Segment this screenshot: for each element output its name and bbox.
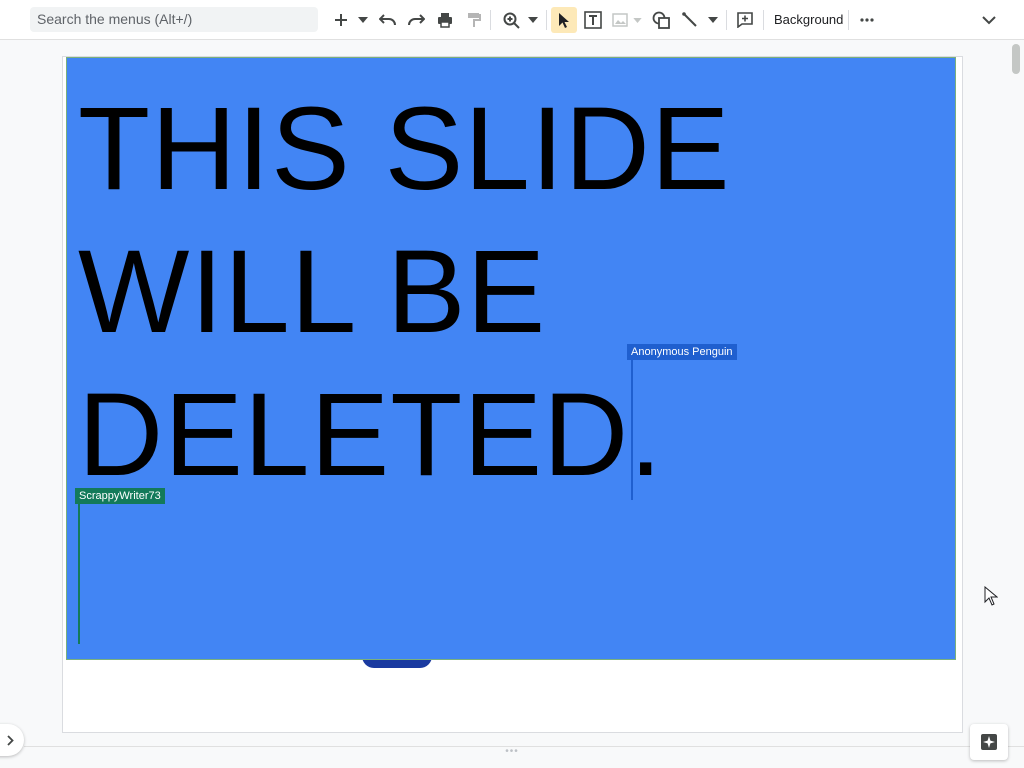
explore-sparkle-icon	[981, 734, 997, 750]
zoom-icon	[503, 12, 520, 29]
text-box-icon	[584, 11, 602, 29]
text-box-button[interactable]	[581, 7, 605, 33]
collaborator-name-tag: Anonymous Penguin	[627, 344, 737, 360]
caret-down-icon	[528, 17, 538, 23]
paint-format-button[interactable]	[463, 7, 485, 33]
collaborator-cursor	[78, 502, 80, 644]
chevron-right-icon	[6, 734, 14, 746]
insert-image-dropdown[interactable]	[631, 7, 643, 33]
collaborator-name-tag: ScrappyWriter73	[75, 488, 165, 504]
slide-text-line: THIS SLIDE	[78, 83, 731, 215]
toolbar-separator	[848, 10, 849, 30]
caret-down-icon	[708, 17, 718, 23]
paint-roller-icon	[468, 13, 481, 27]
filmstrip-divider	[24, 746, 1024, 747]
add-comment-icon	[737, 12, 753, 28]
new-slide-dropdown[interactable]	[354, 7, 372, 33]
arrow-cursor-icon	[559, 13, 569, 28]
redo-icon	[408, 14, 425, 26]
collaborator-cursor	[631, 358, 633, 500]
redo-button[interactable]	[405, 7, 427, 33]
caret-down-icon	[358, 17, 368, 23]
search-menus-input[interactable]: Search the menus (Alt+/)	[30, 7, 318, 32]
slide-text-line: WILL BE	[78, 226, 547, 358]
plus-icon	[335, 14, 347, 26]
toolbar-separator	[726, 10, 727, 30]
resize-handle[interactable]: •••	[500, 747, 524, 757]
chevron-down-icon	[982, 15, 996, 24]
select-tool-button[interactable]	[551, 7, 577, 33]
new-slide-button[interactable]	[330, 7, 352, 33]
zoom-dropdown[interactable]	[525, 7, 541, 33]
line-dropdown[interactable]	[705, 7, 721, 33]
print-icon	[438, 13, 452, 28]
caret-down-icon	[632, 17, 642, 23]
more-options-button[interactable]	[856, 7, 878, 33]
mouse-pointer-icon	[984, 586, 998, 606]
background-button[interactable]: Background	[774, 7, 843, 33]
zoom-button[interactable]	[500, 7, 522, 33]
toolbar-separator	[763, 10, 764, 30]
toolbar: Search the menus (Alt+/) Background	[0, 0, 1024, 40]
toolbar-separator	[490, 10, 491, 30]
line-button[interactable]	[679, 7, 701, 33]
toolbar-separator	[546, 10, 547, 30]
slide-text-box[interactable]: THIS SLIDE WILL BE DELETED.	[78, 78, 778, 507]
slide-text-line: DELETED.	[78, 369, 664, 501]
collapse-toolbar-button[interactable]	[978, 7, 1000, 33]
shape-icon	[652, 11, 670, 29]
more-horizontal-icon	[860, 18, 874, 22]
undo-icon	[379, 14, 396, 26]
line-icon	[682, 12, 697, 27]
undo-button[interactable]	[377, 7, 399, 33]
explore-button[interactable]	[970, 724, 1008, 760]
shape-button[interactable]	[649, 7, 673, 33]
insert-image-button[interactable]	[610, 7, 630, 33]
image-icon	[612, 13, 628, 27]
print-button[interactable]	[434, 7, 456, 33]
vertical-scrollbar[interactable]	[1012, 44, 1020, 74]
add-comment-button[interactable]	[733, 7, 757, 33]
